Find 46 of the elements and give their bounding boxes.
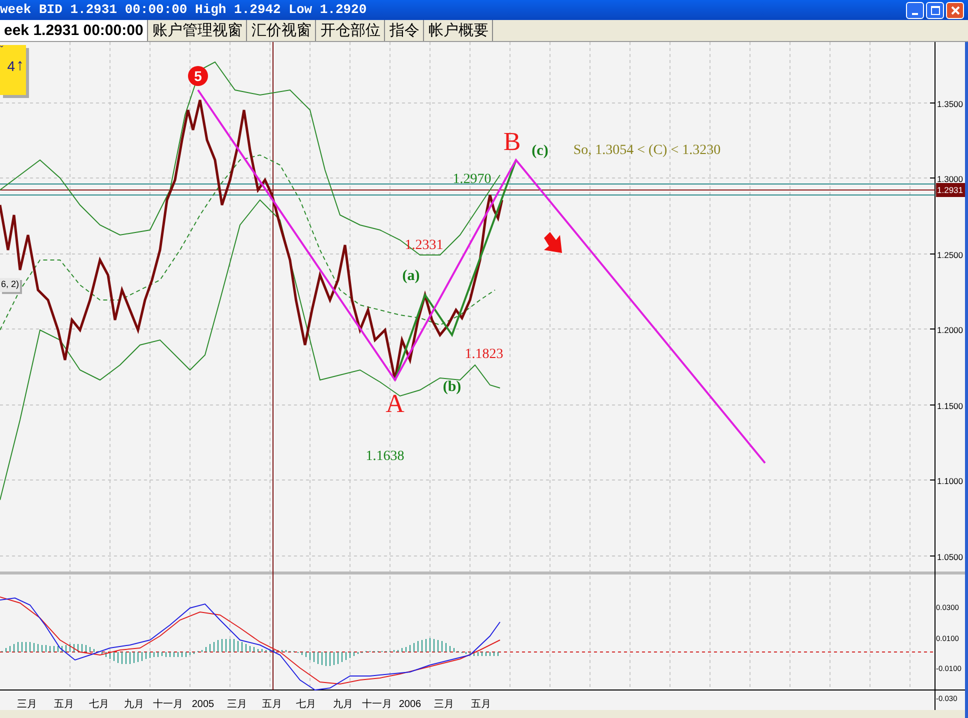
time-axis-label: 九月: [333, 699, 353, 710]
wave-marker: 5: [188, 66, 208, 86]
time-axis-label: 五月: [262, 699, 282, 710]
window-title: week BID 1.2931 00:00:00 High 1.2942 Low 1.2920: [0, 1, 367, 20]
maximize-icon: [930, 6, 940, 14]
point-label: A: [386, 389, 404, 418]
time-axis-label: 三月: [227, 699, 247, 710]
price-axis-label: 1.3500: [937, 99, 963, 109]
down-arrow-icon: [544, 232, 562, 253]
price-axis-label: 1.2000: [937, 325, 963, 335]
close-icon: [950, 6, 960, 14]
maximize-button[interactable]: [926, 2, 944, 18]
time-axis-label: 十一月: [362, 699, 392, 710]
price-label: 1.2970: [452, 172, 492, 187]
current-price-tag: 1.2931: [936, 183, 965, 197]
indicator-label: 6, 2): [0, 278, 20, 292]
time-axis-label: 七月: [296, 699, 316, 710]
time-axis-label: 七月: [89, 699, 109, 710]
time-axis-label: 三月: [17, 699, 37, 710]
time-axis-label: 五月: [54, 699, 74, 710]
wave-label: (c): [532, 143, 548, 159]
price-label: 1.1638: [366, 449, 404, 464]
time-axis-label: 五月: [471, 699, 491, 710]
price-axis-label: 1.1000: [937, 476, 963, 486]
point-label: B: [503, 127, 521, 156]
minimize-icon: [912, 12, 918, 14]
up-arrow: ↑: [16, 57, 24, 75]
close-button[interactable]: [946, 2, 964, 18]
quote-mark: ˇ: [0, 45, 4, 57]
minimize-button[interactable]: [906, 2, 924, 18]
price-axis-label: 1.1500: [937, 401, 963, 411]
price-axis-label: 1.2500: [937, 250, 963, 260]
time-axis-label: 2006: [398, 699, 422, 710]
time-axis-label: 十一月: [153, 699, 183, 710]
time-axis-label: 2005: [192, 699, 214, 710]
time-axis-label: 九月: [124, 699, 144, 710]
wave-label: (a): [402, 268, 420, 284]
time-axis-label: 三月: [434, 699, 454, 710]
tab[interactable]: eek 1.2931 00:00:00: [0, 20, 148, 41]
quote-value: 4: [7, 57, 15, 75]
price-axis-label: 1.0500: [937, 552, 963, 562]
wave-label: (b): [442, 379, 462, 395]
target-note: So, 1.3054 < (C) < 1.3230: [573, 143, 721, 158]
price-label: 1.2331: [404, 238, 444, 253]
price-label: 1.1823: [464, 347, 504, 362]
price-axis-label: 1.3000: [937, 174, 963, 184]
